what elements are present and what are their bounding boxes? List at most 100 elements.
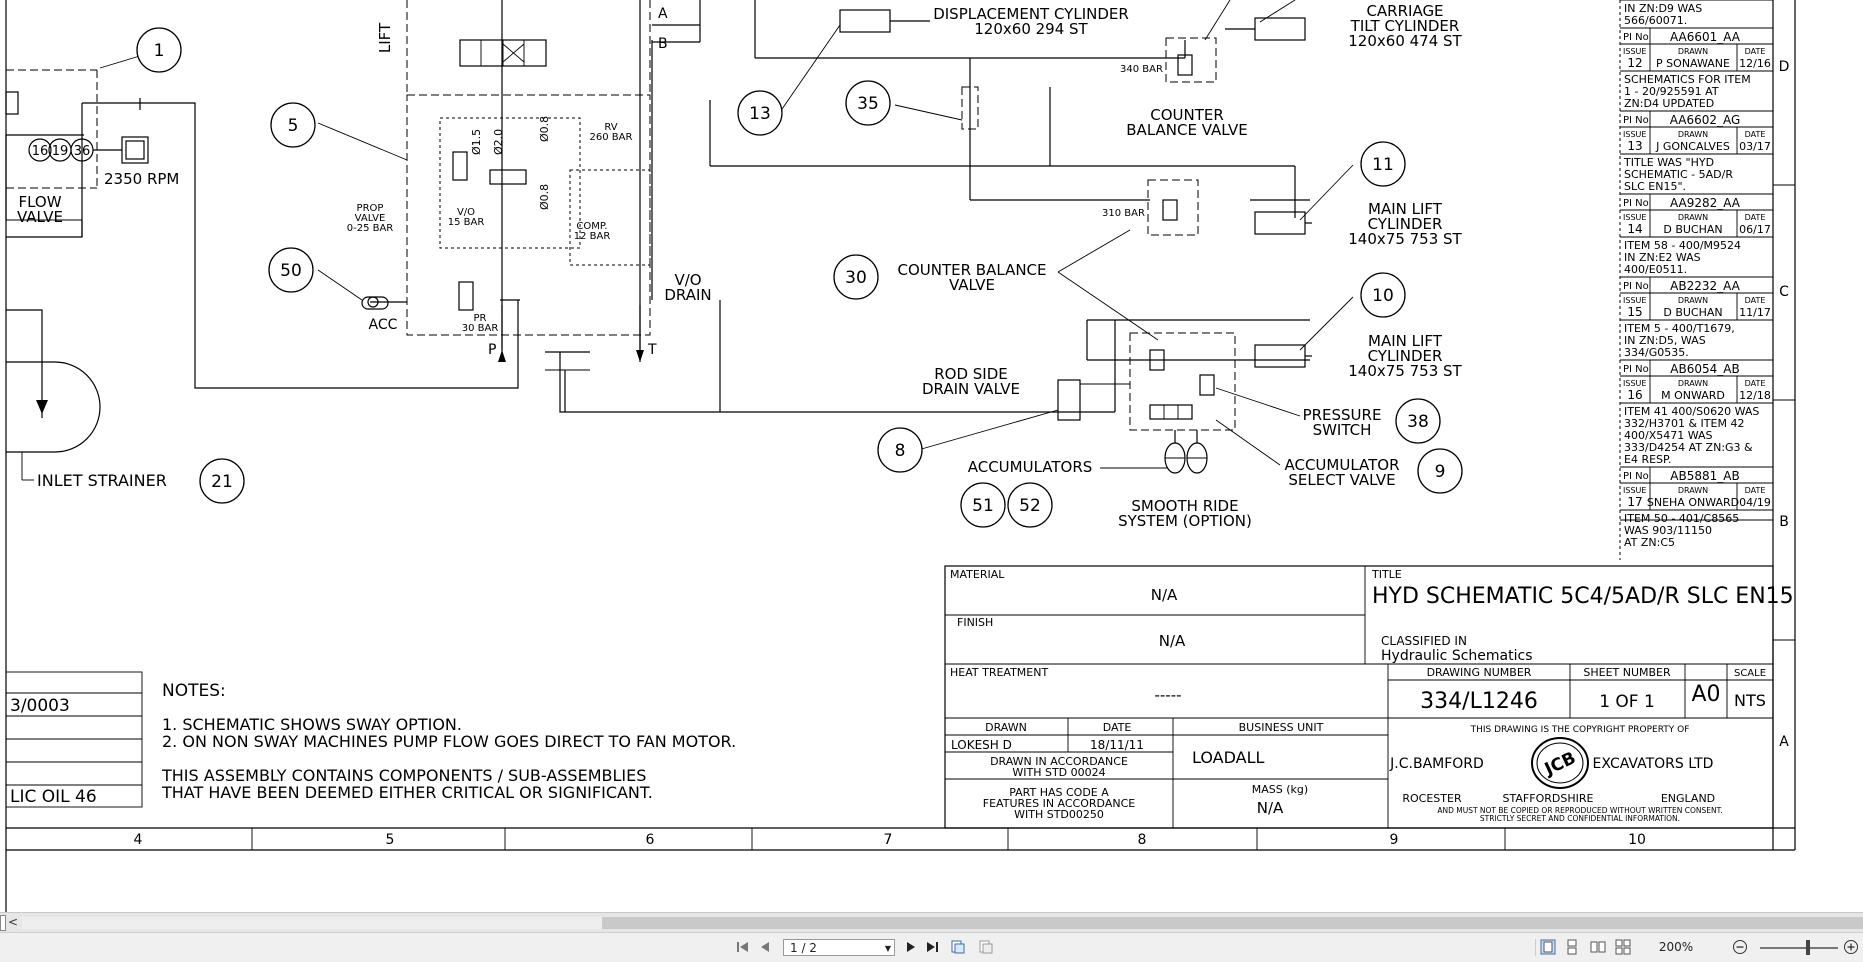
scroll-thumb[interactable] (602, 917, 1863, 929)
revision-issue: 13 (1627, 139, 1642, 153)
two-page-view-icon[interactable] (1590, 939, 1606, 955)
heat-treatment-value: ----- (1154, 686, 1181, 704)
revision-pi-number: AB2232_AA (1670, 279, 1741, 293)
revision-issue: 16 (1627, 388, 1642, 402)
two-page-continuous-icon[interactable] (1615, 939, 1631, 955)
revision-pi-number: AB5881_AB (1670, 469, 1739, 483)
callout-35: 35 (857, 94, 879, 114)
revision-description: ZN:D4 UPDATED (1624, 97, 1714, 110)
company-name: EXCAVATORS LTD (1593, 756, 1714, 772)
zone-label-right: D (1779, 59, 1790, 75)
zone-label-bottom: 8 (1138, 832, 1147, 848)
note-3: THAT HAVE BEEN DEEMED EITHER CRITICAL OR… (161, 783, 653, 802)
lift-label: LIFT (376, 22, 394, 53)
carriage-tilt-label: 120x60 474 ST (1348, 32, 1462, 50)
sheet-size: A0 (1691, 682, 1720, 707)
port-t-label: T (647, 342, 657, 358)
zone-label-right: C (1779, 284, 1789, 300)
revision-description: AT ZN:C5 (1624, 536, 1675, 549)
diameter-label: Ø0.8 (538, 184, 551, 210)
continuous-view-icon[interactable] (1564, 939, 1580, 955)
page-number-input[interactable]: 1 / 2 ▼ (783, 939, 895, 956)
finish-label: FINISH (957, 616, 993, 629)
address: STAFFORDSHIRE (1503, 792, 1594, 805)
revision-issue: 12 (1627, 56, 1642, 70)
rv-label: 260 BAR (590, 132, 633, 143)
drawing-title: HYD SCHEMATIC 5C4/5AD/R SLC EN15 (1372, 584, 1794, 609)
comp-label: 12 BAR (574, 231, 611, 242)
classified-value: Hydraulic Schematics (1381, 648, 1533, 664)
diameter-label: Ø0.8 (538, 116, 551, 142)
notes-left-cell: LIC OIL 46 (10, 787, 97, 807)
revision-pi-label: PI No (1623, 32, 1649, 43)
revision-pi-number: AA6601_AA (1670, 30, 1741, 44)
callout-5: 5 (288, 116, 299, 136)
previous-page-icon[interactable] (757, 939, 773, 955)
page-properties-icon[interactable] (978, 939, 994, 955)
page-dropdown-icon[interactable]: ▼ (885, 940, 891, 957)
zoom-in-icon[interactable] (1843, 939, 1859, 955)
revision-description: E4 RESP. (1624, 453, 1671, 466)
revision-drawn-header: DRAWN (1678, 213, 1708, 222)
pages-view-icon[interactable] (950, 939, 966, 955)
zoom-slider[interactable] (1760, 947, 1838, 949)
flow-valve-label: VALVE (17, 208, 63, 226)
zoom-slider-handle[interactable] (1806, 940, 1810, 955)
business-unit: LOADALL (1192, 748, 1265, 767)
callout-51: 51 (972, 496, 994, 516)
revision-issue-header: ISSUE (1623, 130, 1646, 139)
revision-drawn-by: D BUCHAN (1663, 306, 1722, 319)
pressure-setting: 310 BAR (1102, 208, 1145, 219)
next-page-icon[interactable] (903, 939, 919, 955)
counter-balance-valve-label: BALANCE VALVE (1126, 121, 1247, 139)
revision-issue-header: ISSUE (1623, 47, 1646, 56)
sheet-number-label: SHEET NUMBER (1583, 666, 1671, 679)
revision-date-header: DATE (1745, 486, 1766, 495)
horizontal-scrollbar[interactable]: < (0, 912, 1863, 933)
zoom-out-icon[interactable] (1732, 939, 1748, 955)
zoom-level[interactable]: 200% (1648, 939, 1704, 956)
callout-38: 38 (1407, 412, 1429, 432)
callout-9: 9 (1435, 462, 1446, 482)
page-number-value: 1 / 2 (790, 941, 817, 955)
revision-date-header: DATE (1745, 379, 1766, 388)
company-name: J.C.BAMFORD (1389, 756, 1484, 772)
revision-issue-header: ISSUE (1623, 379, 1646, 388)
single-page-view-icon[interactable] (1540, 939, 1556, 955)
scale-value: NTS (1734, 691, 1766, 710)
diameter-label: Ø2.0 (492, 129, 505, 155)
callout-50: 50 (280, 261, 302, 281)
drawn-label: DRAWN (985, 721, 1027, 734)
pump-label-36: 36 (74, 144, 91, 159)
callout-52: 52 (1019, 496, 1041, 516)
first-page-icon[interactable] (735, 939, 751, 955)
revision-drawn-header: DRAWN (1678, 47, 1708, 56)
revision-block: IN ZN:D9 WAS566/60071.PI No AA6601_AAISSU… (1619, 0, 1773, 560)
prop-valve-label: 0-25 BAR (347, 223, 394, 234)
callout-13: 13 (749, 104, 771, 124)
address: ROCESTER (1402, 792, 1462, 805)
mass-value: N/A (1257, 799, 1284, 817)
finish-value: N/A (1159, 632, 1186, 650)
heat-treatment-label: HEAT TREATMENT (950, 666, 1048, 679)
mass-label: MASS (kg) (1252, 783, 1308, 796)
callout-10: 10 (1372, 286, 1394, 306)
revision-pi-label: PI No (1623, 281, 1649, 292)
legal-note: STRICTLY SECRET AND CONFIDENTIAL INFORMA… (1480, 814, 1680, 823)
title-label: TITLE (1371, 568, 1402, 581)
scroll-left-arrow[interactable]: < (6, 914, 20, 930)
zone-label-right: B (1779, 514, 1789, 530)
address: ENGLAND (1661, 792, 1715, 805)
revision-drawn-by: SNEHA ONWARD (1647, 496, 1739, 509)
document-viewport[interactable]: D C B A 4 5 6 7 8 9 10 1 5 50 13 35 11 3… (0, 0, 1863, 912)
scale-label: SCALE (1734, 668, 1766, 679)
revision-description: SLC EN15". (1624, 180, 1686, 193)
vo-label: 15 BAR (448, 217, 485, 228)
callout-1: 1 (154, 41, 165, 61)
displacement-cylinder-label: 120x60 294 ST (974, 20, 1088, 38)
revision-issue-header: ISSUE (1623, 296, 1646, 305)
zone-label-bottom: 6 (646, 832, 655, 848)
accumulator-select-label: SELECT VALVE (1288, 471, 1395, 489)
zone-label-bottom: 10 (1628, 832, 1646, 848)
last-page-icon[interactable] (925, 939, 941, 955)
